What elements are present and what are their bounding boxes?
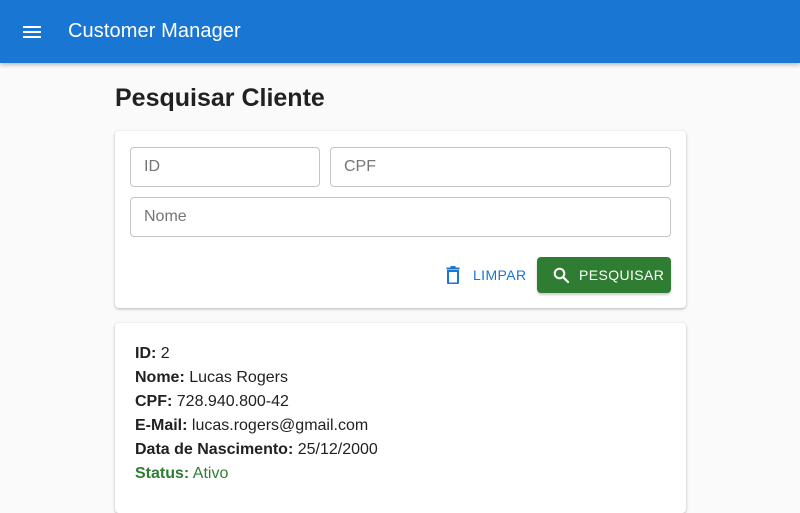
menu-icon — [23, 25, 41, 38]
status-badge: Ativo — [192, 465, 229, 482]
result-nome-value: Lucas Rogers — [189, 369, 288, 386]
result-cpf-label: CPF: — [135, 393, 173, 410]
search-card: LIMPAR PESQUISAR — [115, 131, 686, 308]
result-email-value: lucas.rogers@gmail.com — [191, 417, 369, 434]
search-icon — [551, 265, 571, 285]
result-status: Status: Ativo — [135, 464, 228, 484]
result-status-label: Status: — [135, 465, 190, 482]
nome-input[interactable] — [130, 197, 671, 237]
cpf-input[interactable] — [330, 147, 671, 187]
result-nome: Nome: Lucas Rogers — [135, 368, 288, 388]
result-nascimento: Data de Nascimento: 25/12/2000 — [135, 440, 378, 460]
result-card: ID: 2 Nome: Lucas Rogers CPF: 728.940.80… — [115, 323, 686, 513]
result-nascimento-label: Data de Nascimento: — [135, 441, 294, 458]
trash-icon — [443, 265, 463, 285]
result-cpf: CPF: 728.940.800-42 — [135, 392, 289, 412]
page-title: Pesquisar Cliente — [115, 84, 325, 112]
result-email: E-Mail: lucas.rogers@gmail.com — [135, 416, 368, 436]
menu-button[interactable] — [20, 20, 44, 44]
search-button[interactable]: PESQUISAR — [537, 257, 671, 293]
result-email-label: E-Mail: — [135, 417, 188, 434]
result-id: ID: 2 — [135, 344, 170, 364]
result-cpf-value: 728.940.800-42 — [176, 393, 289, 410]
result-id-value: 2 — [160, 345, 170, 362]
clear-button-label: LIMPAR — [473, 267, 527, 283]
clear-button[interactable]: LIMPAR — [435, 257, 527, 293]
app-title: Customer Manager — [68, 20, 241, 42]
result-nome-label: Nome: — [135, 369, 185, 386]
result-nascimento-value: 25/12/2000 — [297, 441, 378, 458]
id-input[interactable] — [130, 147, 320, 187]
search-button-label: PESQUISAR — [579, 267, 665, 283]
result-id-label: ID: — [135, 345, 157, 362]
app-bar: Customer Manager — [0, 0, 800, 63]
